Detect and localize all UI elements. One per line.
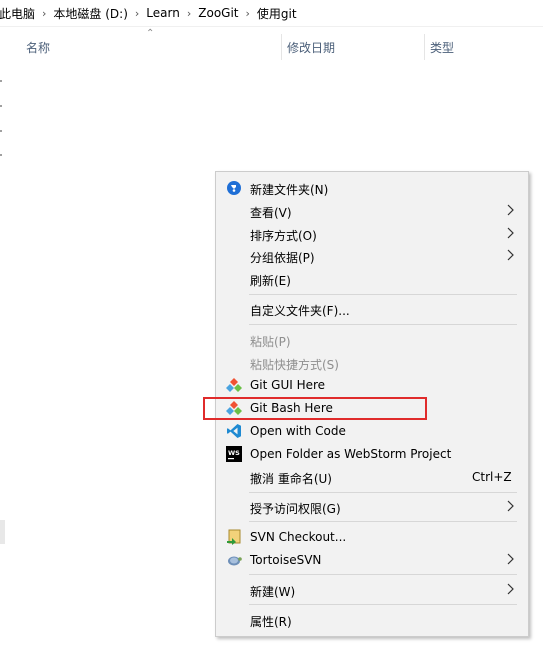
nav-pane-expander[interactable] <box>0 80 2 82</box>
breadcrumb: 此电脑 › 本地磁盘 (D:) › Learn › ZooGit › 使用git <box>0 0 543 27</box>
svn-checkout-icon <box>226 529 242 545</box>
menu-item-shortcut: Ctrl+Z <box>472 470 512 484</box>
menu-item-label: Open Folder as WebStorm Project <box>250 447 452 461</box>
menu-item-label: 粘贴快捷方式(S) <box>250 358 339 372</box>
menu-item-customize-folder[interactable]: 自定义文件夹(F)... <box>216 298 528 321</box>
column-header-type[interactable]: 类型 <box>430 39 454 56</box>
menu-item-svn-checkout[interactable]: SVN Checkout... <box>216 526 528 549</box>
column-divider[interactable] <box>281 34 282 60</box>
menu-item-label: 查看(V) <box>250 206 292 220</box>
menu-item-label: 自定义文件夹(F)... <box>250 304 350 318</box>
menu-item-group-by[interactable]: 分组依据(P) <box>216 245 528 268</box>
menu-item-paste: 粘贴(P) <box>216 329 528 352</box>
menu-item-paste-shortcut: 粘贴快捷方式(S) <box>216 352 528 375</box>
nav-pane-expander[interactable] <box>0 154 2 156</box>
menu-item-label: TortoiseSVN <box>250 553 322 567</box>
menu-item-label: 新建(W) <box>250 585 296 599</box>
menu-separator <box>249 521 517 522</box>
menu-item-git-gui-here[interactable]: Git GUI Here <box>216 374 528 397</box>
menu-item-open-with-code[interactable]: Open with Code <box>216 420 528 443</box>
menu-item-label: 刷新(E) <box>250 274 291 288</box>
menu-item-sort-by[interactable]: 排序方式(O) <box>216 223 528 246</box>
breadcrumb-item-this-pc[interactable]: 此电脑 <box>0 5 40 22</box>
svg-text:WS: WS <box>228 449 240 457</box>
nav-pane-expander[interactable] <box>0 105 2 107</box>
menu-item-label: 授予访问权限(G) <box>250 502 341 516</box>
column-header: ⌃ 名称 修改日期 类型 <box>0 28 543 62</box>
vscode-icon <box>226 423 242 439</box>
chevron-right-icon[interactable]: › <box>244 7 252 20</box>
menu-item-view[interactable]: 查看(V) <box>216 200 528 223</box>
tortoisesvn-icon <box>226 552 242 568</box>
menu-item-label: 分组依据(P) <box>250 251 315 265</box>
git-gui-icon <box>226 377 242 393</box>
chevron-right-icon <box>505 247 515 263</box>
chevron-right-icon <box>505 551 515 567</box>
menu-item-label: SVN Checkout... <box>250 530 347 544</box>
menu-item-label: Open with Code <box>250 424 346 438</box>
chevron-right-icon[interactable]: › <box>185 7 193 20</box>
menu-item-undo-rename[interactable]: 撤消 重命名(U) Ctrl+Z <box>216 466 528 489</box>
menu-item-label: 新建文件夹(N) <box>250 183 329 197</box>
highlight-annotation-box <box>203 397 427 420</box>
column-header-date-modified[interactable]: 修改日期 <box>287 39 335 56</box>
webstorm-icon: WS <box>226 446 242 462</box>
menu-item-label: 排序方式(O) <box>250 229 317 243</box>
menu-item-refresh[interactable]: 刷新(E) <box>216 268 528 291</box>
menu-item-label: 撤消 重命名(U) <box>250 472 332 486</box>
menu-item-label: 粘贴(P) <box>250 335 291 349</box>
chevron-right-icon <box>505 581 515 597</box>
menu-separator <box>249 604 517 605</box>
menu-separator <box>249 294 517 295</box>
breadcrumb-item-drive-d[interactable]: 本地磁盘 (D:) <box>48 5 132 22</box>
nav-pane-scrollbar[interactable] <box>0 520 5 544</box>
menu-item-open-webstorm-project[interactable]: WS Open Folder as WebStorm Project <box>216 443 528 466</box>
menu-item-give-access[interactable]: 授予访问权限(G) <box>216 496 528 519</box>
menu-item-tortoisesvn[interactable]: TortoiseSVN <box>216 549 528 572</box>
menu-item-label: Git GUI Here <box>250 378 326 392</box>
menu-item-properties[interactable]: 属性(R) <box>216 609 528 632</box>
chevron-right-icon <box>505 225 515 241</box>
chevron-right-icon <box>505 498 515 514</box>
chevron-right-icon[interactable]: › <box>133 7 141 20</box>
menu-separator <box>249 574 517 575</box>
new-folder-icon <box>226 180 242 196</box>
menu-separator <box>249 324 517 325</box>
menu-item-new[interactable]: 新建(W) <box>216 579 528 602</box>
breadcrumb-item-zoogit[interactable]: ZooGit <box>193 6 243 20</box>
column-header-name[interactable]: 名称 <box>26 39 50 56</box>
breadcrumb-item-learn[interactable]: Learn <box>141 6 185 20</box>
nav-pane-expander[interactable] <box>0 130 2 132</box>
sort-ascending-icon: ⌃ <box>146 28 155 39</box>
menu-item-label: 属性(R) <box>250 615 292 629</box>
menu-separator <box>249 492 517 493</box>
column-divider[interactable] <box>424 34 425 60</box>
menu-item-new-folder[interactable]: 新建文件夹(N) <box>216 177 528 200</box>
breadcrumb-item-current[interactable]: 使用git <box>252 5 302 22</box>
chevron-right-icon[interactable]: › <box>40 7 48 20</box>
chevron-right-icon <box>505 202 515 218</box>
